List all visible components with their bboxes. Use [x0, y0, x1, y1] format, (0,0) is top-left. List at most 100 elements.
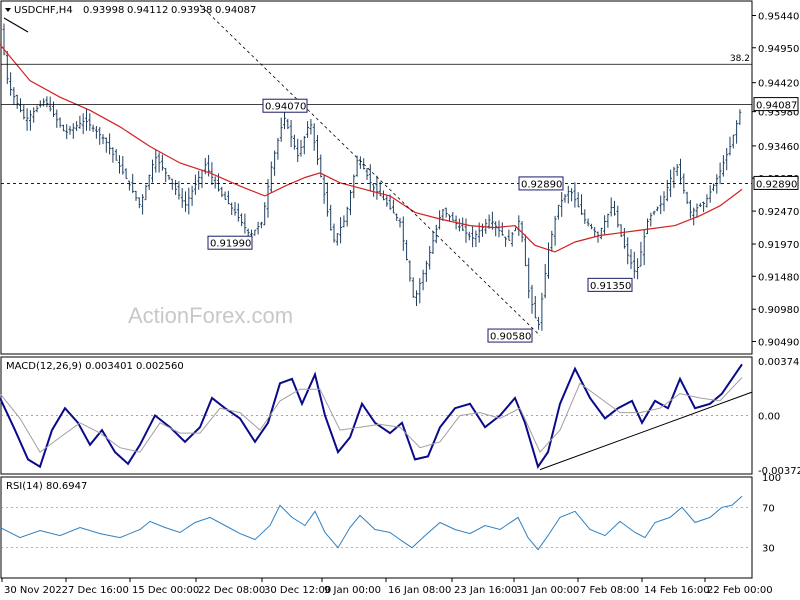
- x-tick-label: 7 Dec 16:00: [68, 585, 129, 596]
- price-y-tick-label: 0.93460: [758, 142, 799, 153]
- price-bar: [514, 227, 517, 232]
- price-bar: [632, 251, 636, 279]
- ohlc-high: 0.94112: [127, 5, 168, 16]
- price-bar: [613, 200, 616, 216]
- price-bar: [606, 213, 610, 228]
- price-bar: [530, 284, 534, 314]
- usdchf-chart[interactable]: 0.954400.949500.944200.939800.934600.929…: [0, 0, 800, 600]
- price-bar: [22, 105, 26, 120]
- price-bar: [553, 215, 557, 246]
- price-bar: [5, 51, 9, 85]
- price-bar: [38, 100, 42, 108]
- price-bar: [375, 175, 379, 200]
- price-bar: [197, 170, 201, 190]
- price-bar: [659, 195, 663, 215]
- macd-y-tick-label: 0.00: [758, 412, 780, 423]
- price-bar: [596, 231, 600, 243]
- price-y-tick-label: 0.94420: [758, 79, 799, 90]
- price-bar: [312, 123, 316, 151]
- price-bar: [695, 203, 699, 218]
- price-bar: [322, 174, 326, 204]
- price-bar: [45, 96, 49, 108]
- top-trendline-stub: [3, 17, 29, 33]
- level-annotation-label: 0.91990: [210, 239, 251, 250]
- price-bar: [335, 233, 339, 246]
- dropdown-triangle-icon[interactable]: [5, 8, 11, 12]
- price-bar: [712, 183, 715, 192]
- price-bar: [609, 197, 613, 217]
- price-bar: [401, 216, 405, 251]
- price-bar: [411, 277, 415, 298]
- price-bar: [293, 134, 296, 150]
- price-bar: [134, 190, 138, 201]
- price-bar: [458, 218, 461, 232]
- rsi-line: [0, 495, 743, 551]
- price-bar: [177, 181, 181, 200]
- price-bar: [240, 213, 243, 227]
- price-bar: [35, 105, 39, 113]
- price-bar: [276, 137, 280, 160]
- price-bar: [32, 107, 36, 123]
- x-tick-label: 30 Nov 2022: [4, 585, 68, 596]
- price-bar: [451, 211, 455, 221]
- price-bar: [616, 205, 620, 228]
- price-bar: [593, 226, 597, 237]
- price-bar: [382, 190, 385, 201]
- price-bar: [395, 213, 399, 222]
- price-bar: [547, 242, 550, 279]
- price-bar: [619, 224, 623, 238]
- price-bar: [557, 204, 560, 220]
- macd-signal-line: [0, 377, 743, 453]
- price-bar: [626, 237, 630, 265]
- price-bar: [728, 136, 732, 156]
- price-bar: [570, 188, 573, 202]
- rsi-y-tick-label: 100: [762, 473, 781, 484]
- price-bar: [342, 215, 346, 228]
- price-bar: [425, 260, 428, 282]
- price-bar: [731, 134, 735, 149]
- price-bar: [646, 218, 649, 235]
- x-tick-label: 7 Feb 08:00: [580, 585, 639, 596]
- price-bar: [329, 204, 333, 231]
- price-bar: [474, 230, 478, 247]
- price-bar: [88, 113, 92, 131]
- x-tick-label: 30 Dec 12:00: [264, 585, 331, 596]
- rsi-panel-frame: [0, 476, 753, 579]
- price-bar: [170, 178, 174, 190]
- price-bar: [543, 264, 547, 299]
- price-bar: [372, 184, 375, 197]
- price-bar: [200, 169, 204, 189]
- price-bar: [266, 179, 270, 218]
- price-bar: [510, 232, 514, 247]
- price-bar: [672, 166, 676, 189]
- price-bar: [118, 155, 121, 174]
- price-bar: [365, 167, 369, 181]
- price-bar: [62, 124, 65, 132]
- price-bar: [467, 231, 471, 241]
- x-tick-label: 23 Jan 16:00: [454, 585, 517, 596]
- price-bar: [639, 241, 643, 267]
- price-bar: [477, 222, 481, 243]
- level-annotation-label: 0.92890: [521, 179, 562, 190]
- price-bar: [675, 163, 679, 176]
- price-bar: [174, 179, 177, 195]
- price-bar: [368, 164, 372, 192]
- price-bar: [154, 149, 158, 173]
- price-bar: [698, 203, 702, 208]
- macd-y-tick-label: 0.00374: [758, 357, 799, 368]
- x-tick-label: 16 Jan 08:00: [388, 585, 451, 596]
- price-bar: [507, 229, 511, 241]
- price-bar: [184, 191, 187, 212]
- price-bar: [629, 249, 633, 270]
- price-bar: [55, 109, 59, 128]
- symbol-header: USDCHF,H4 0.93998 0.94112 0.93938 0.9408…: [5, 5, 256, 16]
- price-bar: [689, 199, 692, 219]
- price-bar: [190, 185, 194, 206]
- price-bar: [85, 108, 88, 131]
- price-bar: [359, 156, 362, 169]
- price-bar: [586, 218, 590, 227]
- price-bar: [679, 158, 682, 185]
- price-bar: [738, 109, 742, 125]
- price-bar: [124, 168, 128, 179]
- price-bar: [692, 207, 696, 226]
